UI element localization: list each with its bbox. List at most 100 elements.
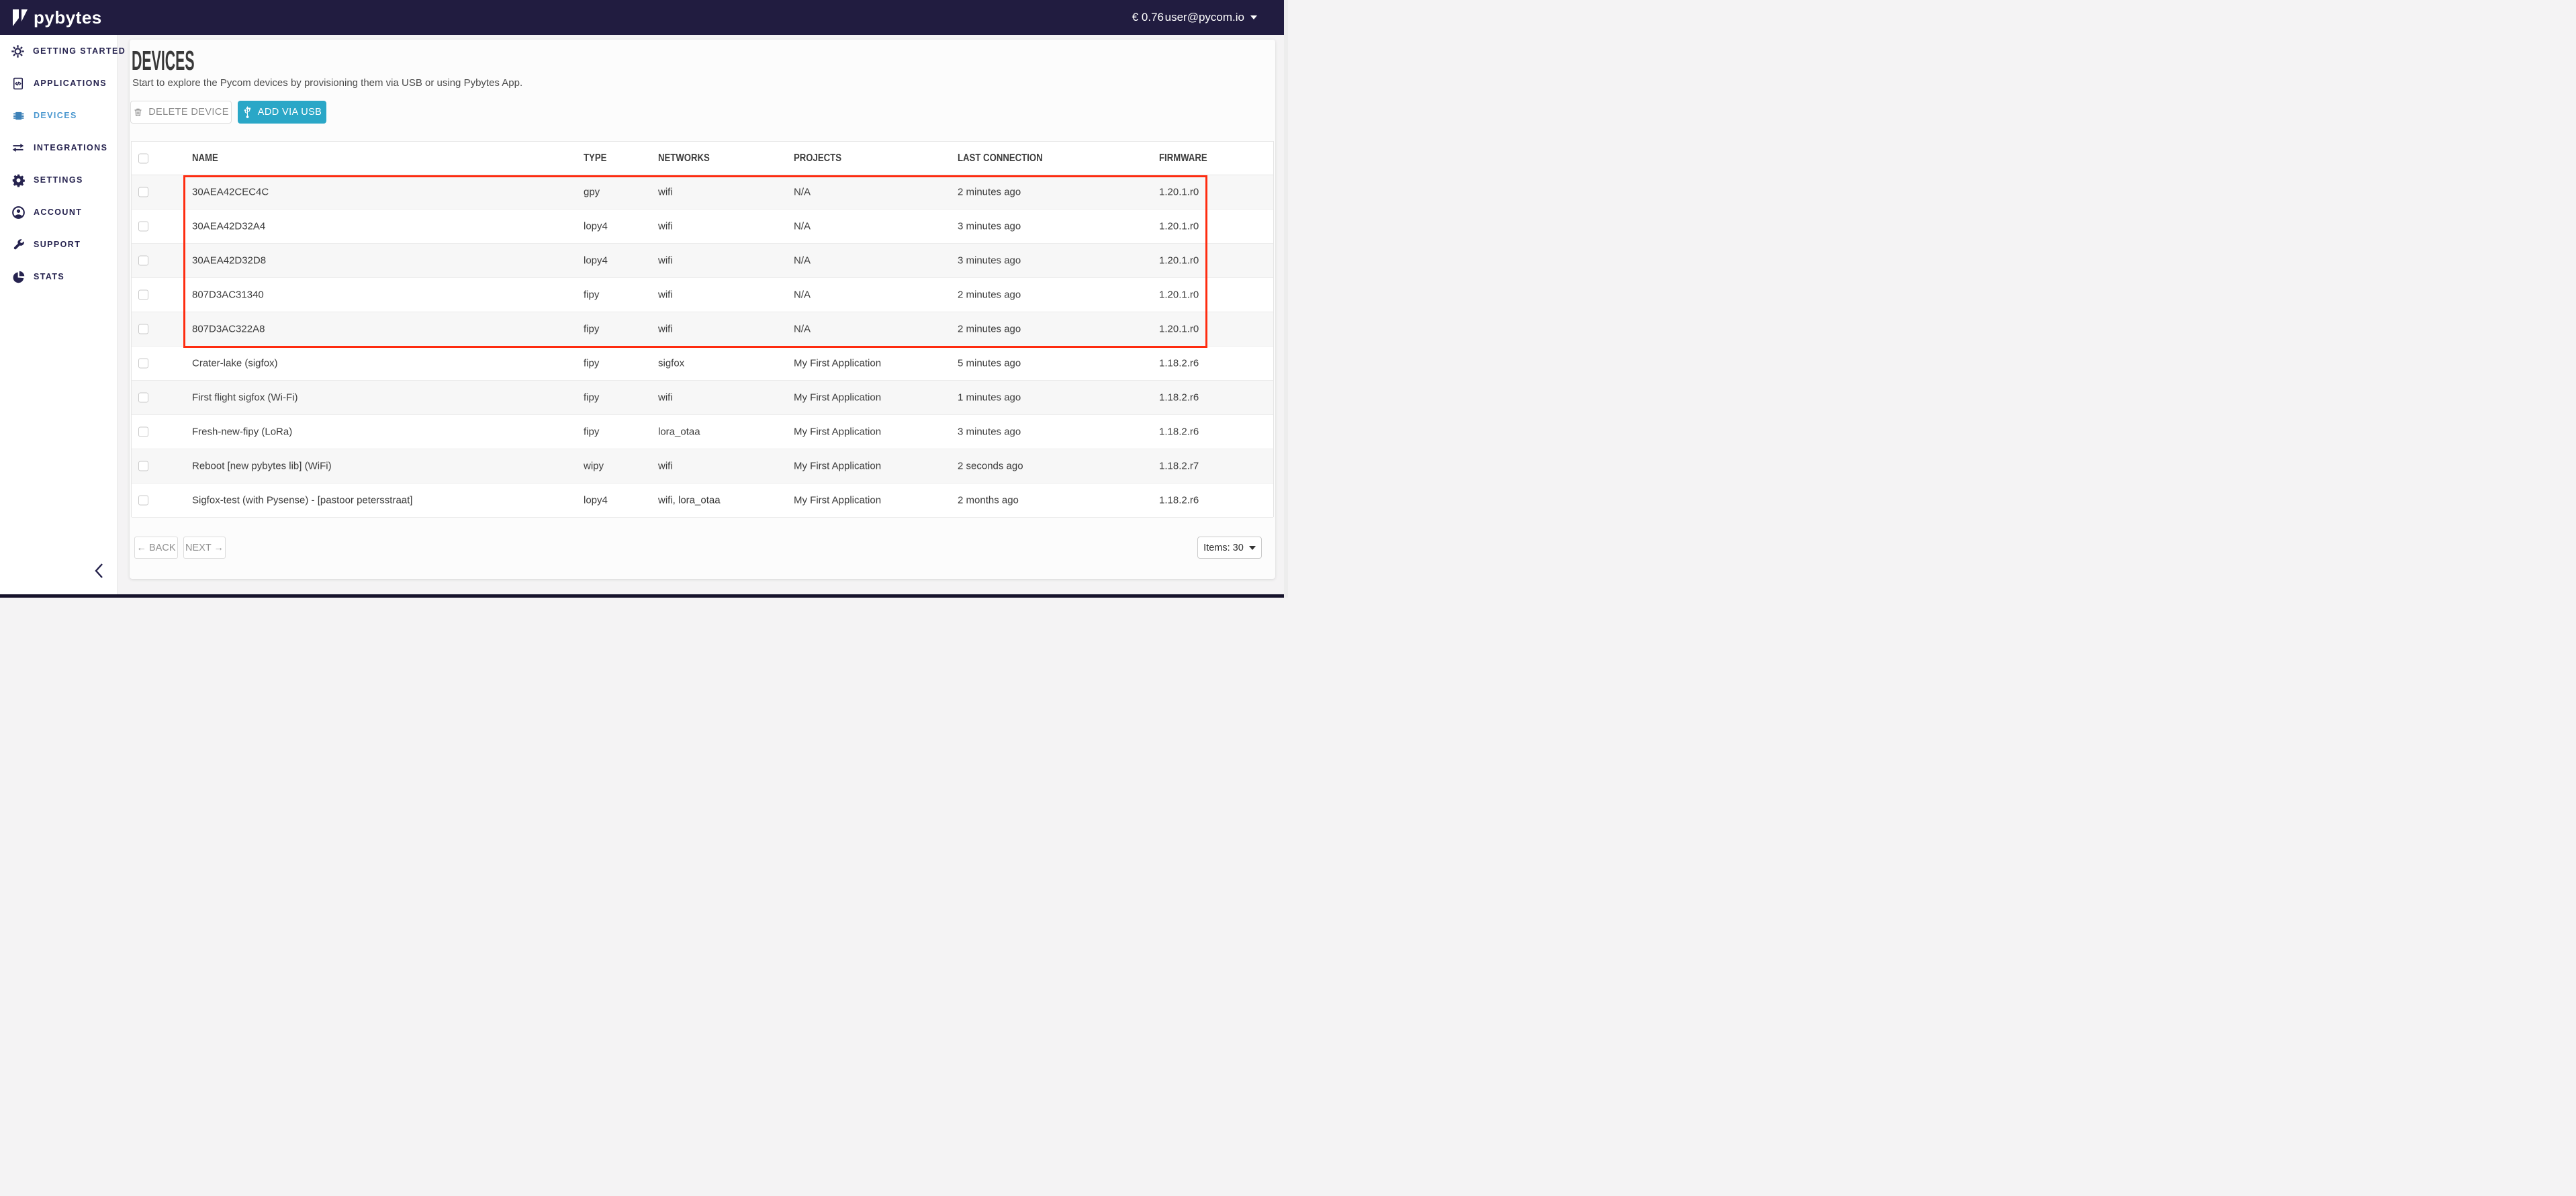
sidebar-item-label: SUPPORT <box>34 240 81 249</box>
scrollbar[interactable] <box>1284 0 1288 598</box>
code-file-icon <box>11 76 26 91</box>
main-content: DEVICES Start to explore the Pycom devic… <box>130 40 1275 579</box>
arrows-exchange-icon <box>11 140 26 155</box>
cell-name: 30AEA42D32A4 <box>192 221 265 232</box>
cell-type: fipy <box>584 324 599 335</box>
sidebar-item-getting-started[interactable]: GETTING STARTED <box>0 35 117 67</box>
pie-chart-icon <box>11 269 26 284</box>
cell-last-connection: 1 minutes ago <box>958 392 1021 404</box>
items-per-page-label: Items: 30 <box>1203 543 1244 553</box>
row-checkbox[interactable] <box>138 187 148 197</box>
cell-name: 30AEA42CEC4C <box>192 187 269 198</box>
next-button[interactable]: NEXT → <box>183 537 226 559</box>
cell-projects: N/A <box>794 255 811 267</box>
sidebar-item-label: SETTINGS <box>34 175 83 185</box>
cell-networks: wifi <box>658 221 673 232</box>
sidebar-collapse-button[interactable] <box>93 563 105 580</box>
cell-firmware: 1.18.2.r6 <box>1159 392 1199 404</box>
chevron-down-icon <box>1250 15 1257 19</box>
row-checkbox[interactable] <box>138 256 148 266</box>
row-checkbox[interactable] <box>138 427 148 437</box>
sidebar-item-account[interactable]: ACCOUNT <box>0 196 117 228</box>
delete-device-button[interactable]: DELETE DEVICE <box>130 101 232 124</box>
delete-device-label: DELETE DEVICE <box>148 107 229 118</box>
add-via-usb-button[interactable]: ADD VIA USB <box>238 101 326 124</box>
cell-last-connection: 3 minutes ago <box>958 221 1021 232</box>
column-header-projects: PROJECTS <box>794 152 841 165</box>
cell-firmware: 1.18.2.r6 <box>1159 426 1199 438</box>
cell-last-connection: 3 minutes ago <box>958 255 1021 267</box>
cell-type: fipy <box>584 358 599 369</box>
table-row: 30AEA42D32D8lopy4wifiN/A3 minutes ago1.2… <box>132 244 1273 278</box>
row-checkbox[interactable] <box>138 496 148 506</box>
cell-type: fipy <box>584 289 599 301</box>
sidebar-item-integrations[interactable]: INTEGRATIONS <box>0 132 117 164</box>
cell-projects: My First Application <box>794 495 881 506</box>
row-checkbox[interactable] <box>138 222 148 232</box>
cell-projects: N/A <box>794 221 811 232</box>
cell-networks: wifi <box>658 461 673 472</box>
cell-networks: sigfox <box>658 358 684 369</box>
cell-type: wipy <box>584 461 604 472</box>
sidebar-item-stats[interactable]: STATS <box>0 261 117 293</box>
row-checkbox[interactable] <box>138 324 148 334</box>
select-all-checkbox[interactable] <box>138 153 148 163</box>
items-per-page-dropdown[interactable]: Items: 30 <box>1197 537 1262 559</box>
cell-networks: wifi <box>658 289 673 301</box>
cell-last-connection: 2 minutes ago <box>958 324 1021 335</box>
cell-last-connection: 2 minutes ago <box>958 289 1021 301</box>
cell-projects: N/A <box>794 324 811 335</box>
cell-last-connection: 2 seconds ago <box>958 461 1023 472</box>
cell-last-connection: 3 minutes ago <box>958 426 1021 438</box>
cell-projects: My First Application <box>794 358 881 369</box>
gear-icon <box>11 173 26 187</box>
cell-type: lopy4 <box>584 495 608 506</box>
chip-icon <box>11 108 26 123</box>
table-row: First flight sigfox (Wi-Fi)fipywifiMy Fi… <box>132 381 1273 415</box>
user-icon <box>11 205 26 220</box>
window-bottom-edge <box>0 594 1288 598</box>
sidebar-item-devices[interactable]: DEVICES <box>0 99 117 132</box>
cell-firmware: 1.20.1.r0 <box>1159 255 1199 267</box>
column-header-last-connection: LAST CONNECTION <box>958 152 1043 165</box>
cell-last-connection: 2 months ago <box>958 495 1019 506</box>
cell-projects: My First Application <box>794 392 881 404</box>
cell-name: Fresh-new-fipy (LoRa) <box>192 426 292 438</box>
row-checkbox[interactable] <box>138 461 148 471</box>
chevron-down-icon <box>1249 546 1256 550</box>
table-row: 807D3AC31340fipywifiN/A2 minutes ago1.20… <box>132 278 1273 312</box>
sidebar-item-applications[interactable]: APPLICATIONS <box>0 67 117 99</box>
row-checkbox[interactable] <box>138 290 148 300</box>
pybytes-logo[interactable]: pybytes <box>12 0 102 35</box>
cell-name: Crater-lake (sigfox) <box>192 358 278 369</box>
back-button[interactable]: ← BACK <box>134 537 178 559</box>
sidebar-item-support[interactable]: SUPPORT <box>0 228 117 261</box>
cell-networks: wifi <box>658 392 673 404</box>
cell-firmware: 1.18.2.r6 <box>1159 358 1199 369</box>
row-checkbox[interactable] <box>138 359 148 369</box>
table-row: Reboot [new pybytes lib] (WiFi)wipywifiM… <box>132 449 1273 484</box>
cell-networks: wifi <box>658 255 673 267</box>
row-checkbox[interactable] <box>138 393 148 403</box>
cell-last-connection: 2 minutes ago <box>958 187 1021 198</box>
chevron-left-icon <box>94 563 103 579</box>
pycom-logo-icon <box>12 9 28 27</box>
trash-icon <box>133 107 143 118</box>
sidebar-item-settings[interactable]: SETTINGS <box>0 164 117 196</box>
table-row: Sigfox-test (with Pysense) - [pastoor pe… <box>132 484 1273 518</box>
column-header-type: TYPE <box>584 152 606 165</box>
user-email: user@pycom.io <box>1165 11 1244 24</box>
cell-networks: lora_otaa <box>658 426 700 438</box>
sidebar-item-label: STATS <box>34 272 64 281</box>
table-row: 30AEA42CEC4CgpywifiN/A2 minutes ago1.20.… <box>132 175 1273 210</box>
cell-name: Sigfox-test (with Pysense) - [pastoor pe… <box>192 495 412 506</box>
cell-name: 30AEA42D32D8 <box>192 255 266 267</box>
sidebar-item-label: GETTING STARTED <box>33 46 126 56</box>
cell-name: 807D3AC31340 <box>192 289 264 301</box>
sidebar-item-label: INTEGRATIONS <box>34 143 107 152</box>
cell-firmware: 1.20.1.r0 <box>1159 187 1199 198</box>
cell-networks: wifi <box>658 324 673 335</box>
user-menu-button[interactable]: user@pycom.io <box>1165 0 1257 35</box>
cell-type: fipy <box>584 426 599 438</box>
sidebar-item-label: ACCOUNT <box>34 208 82 217</box>
